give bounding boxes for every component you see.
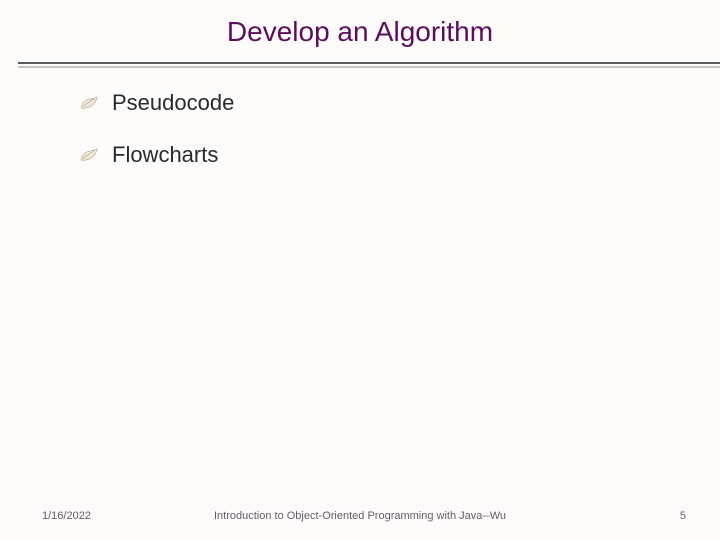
footer-center-text: Introduction to Object-Oriented Programm… bbox=[0, 510, 720, 522]
slide: Develop an Algorithm Pseudocode Flowchar… bbox=[0, 0, 720, 540]
footer: 1/16/2022 Introduction to Object-Oriente… bbox=[0, 502, 720, 522]
list-item: Pseudocode bbox=[80, 90, 680, 116]
list-item: Flowcharts bbox=[80, 142, 680, 168]
footer-page-number: 5 bbox=[680, 510, 686, 522]
slide-title: Develop an Algorithm bbox=[0, 0, 720, 48]
title-divider bbox=[18, 62, 720, 68]
leaf-bullet-icon bbox=[80, 96, 98, 110]
leaf-bullet-icon bbox=[80, 148, 98, 162]
content-area: Pseudocode Flowcharts bbox=[80, 90, 680, 194]
bullet-label: Flowcharts bbox=[112, 142, 218, 168]
bullet-label: Pseudocode bbox=[112, 90, 234, 116]
